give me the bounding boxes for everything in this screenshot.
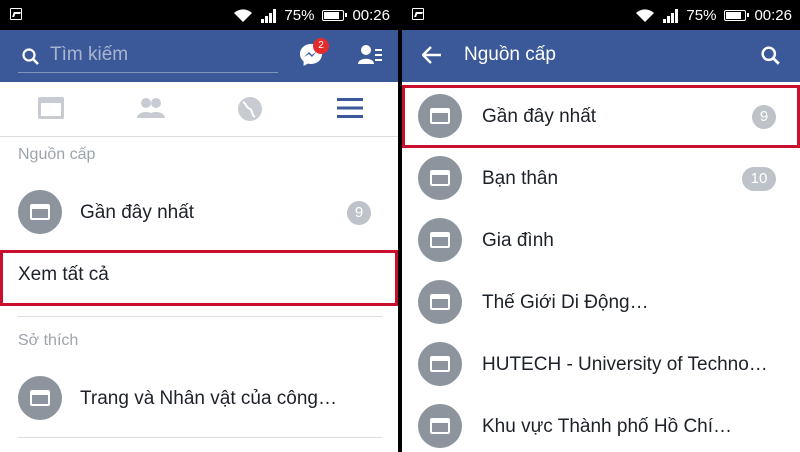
feed-avatar — [418, 280, 462, 324]
menu-icon[interactable] — [337, 98, 363, 118]
feed-list-item[interactable]: HUTECH - University of Techno… — [402, 340, 800, 390]
battery-percent: 75% — [686, 7, 717, 24]
right-screen: 75% 00:26 Nguồn cấp Gần đây nhất 9 Bạn thâ… — [402, 0, 800, 452]
feed-list-item[interactable]: Gia đình — [402, 216, 800, 266]
feed-avatar — [418, 404, 462, 448]
feed-list-item[interactable]: Bạn thân 10 — [402, 154, 800, 204]
feed-icon — [430, 356, 450, 372]
recent-item-highlight — [402, 85, 800, 148]
battery-icon — [724, 10, 750, 21]
count-badge: 9 — [347, 201, 371, 225]
image-icon — [412, 8, 424, 20]
wifi-icon — [234, 8, 253, 22]
image-icon — [10, 8, 22, 20]
search-input[interactable]: Tìm kiếm — [18, 38, 278, 73]
feed-list-item-label: Thế Giới Di Động… — [482, 292, 649, 313]
status-bar: 75% 00:26 — [402, 0, 800, 30]
section-interests-label: Sở thích — [18, 332, 79, 349]
feed-avatar — [18, 190, 62, 234]
see-all-link[interactable]: Xem tất cả — [18, 264, 109, 286]
friend-requests-icon[interactable] — [358, 44, 382, 66]
section-feeds-label: Nguồn cấp — [18, 146, 96, 163]
back-arrow-icon[interactable] — [422, 46, 442, 64]
battery-percent: 75% — [284, 7, 315, 24]
globe-icon[interactable] — [237, 96, 263, 122]
interest-item[interactable]: Trang và Nhân vật của công… — [0, 374, 398, 424]
feed-icon — [30, 390, 50, 406]
feed-icon — [430, 232, 450, 248]
feed-avatar — [418, 342, 462, 386]
top-bar: Tìm kiếm 2 — [0, 30, 398, 82]
page-title: Nguồn cấp — [464, 44, 556, 65]
messenger-badge: 2 — [313, 38, 329, 54]
clock: 00:26 — [754, 7, 792, 24]
status-bar: 75% 00:26 — [0, 0, 398, 30]
feed-list-item[interactable]: Thế Giới Di Động… — [402, 278, 800, 328]
feed-list-item[interactable]: Khu vực Thành phố Hồ Chí… — [402, 402, 800, 452]
battery-icon — [322, 10, 348, 21]
feed-list-item-label: Gia đình — [482, 230, 554, 251]
search-icon — [22, 48, 39, 65]
divider — [18, 437, 382, 438]
signal-icon — [261, 8, 277, 23]
signal-icon — [663, 8, 679, 23]
search-icon[interactable] — [761, 46, 781, 66]
feed-avatar — [418, 218, 462, 262]
feed-icon — [30, 204, 50, 220]
feed-item-recent[interactable]: Gần đây nhất 9 — [0, 188, 398, 238]
friends-icon[interactable] — [136, 96, 166, 120]
feed-icon — [430, 170, 450, 186]
search-placeholder: Tìm kiếm — [50, 44, 129, 65]
left-screen: 75% 00:26 Tìm kiếm 2 Nguồn cấp Gần đây n… — [0, 0, 398, 452]
interest-item-label: Trang và Nhân vật của công… — [80, 388, 337, 409]
feed-list-item-label: Khu vực Thành phố Hồ Chí… — [482, 416, 733, 437]
feed-list-item-label: HUTECH - University of Techno… — [482, 354, 768, 375]
count-badge: 10 — [742, 167, 776, 191]
wifi-icon — [636, 8, 655, 22]
feed-list-item-label: Bạn thân — [482, 168, 559, 189]
nav-tabs — [0, 82, 398, 137]
divider — [18, 316, 382, 317]
news-feed-icon[interactable] — [37, 96, 65, 120]
interest-avatar — [18, 376, 62, 420]
feed-icon — [430, 294, 450, 310]
clock: 00:26 — [352, 7, 390, 24]
feed-item-label: Gần đây nhất — [80, 202, 195, 223]
top-bar: Nguồn cấp — [402, 30, 800, 82]
feed-avatar — [418, 156, 462, 200]
feed-icon — [430, 418, 450, 434]
